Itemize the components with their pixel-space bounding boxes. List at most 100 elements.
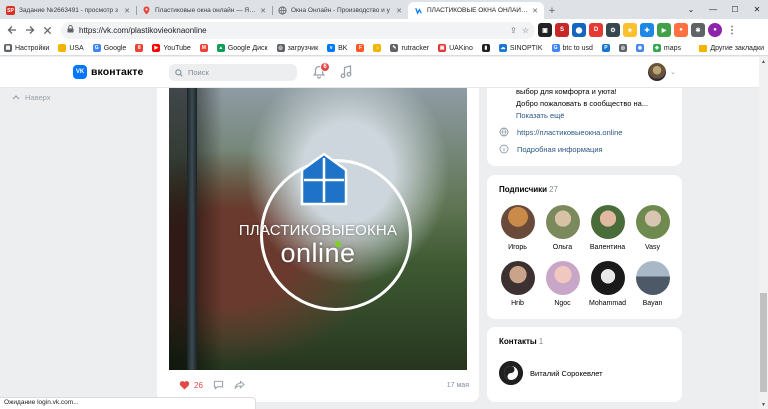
- stop-loading-icon[interactable]: [40, 23, 55, 38]
- profile-menu[interactable]: ⌄: [648, 63, 676, 81]
- google-icon: G: [92, 44, 101, 52]
- extension-icon[interactable]: ●: [674, 23, 688, 37]
- extension-icon[interactable]: ★: [623, 23, 637, 37]
- other-bookmarks[interactable]: Другие закладки: [699, 44, 764, 52]
- extension-icon[interactable]: D: [589, 23, 603, 37]
- vk-logo[interactable]: VK вконтакте: [73, 65, 143, 79]
- share-icon[interactable]: ⇪: [510, 26, 517, 35]
- bookmark-icon: ☼: [373, 44, 382, 52]
- brand-line-1: ПЛАСТИКОВЫЕОКНА: [238, 222, 398, 239]
- extension-icon[interactable]: ✚: [640, 23, 654, 37]
- bookmark-item[interactable]: ◎ загрузчик: [276, 44, 318, 52]
- share-button[interactable]: [234, 380, 245, 390]
- extension-icon[interactable]: ⚙: [606, 23, 620, 37]
- music-button[interactable]: [340, 65, 352, 79]
- map-pin-icon: [142, 6, 151, 15]
- address-bar[interactable]: https://vk.com/plastikovieoknaonline ⇪ ☆: [61, 21, 535, 39]
- browser-tab-3[interactable]: Окна Онлайн - Производство и у ✕: [272, 2, 408, 19]
- extension-icon[interactable]: ▣: [538, 23, 552, 37]
- show-more-link[interactable]: Показать ещё: [516, 111, 564, 120]
- bookmark-item[interactable]: ◆ maps: [652, 44, 681, 52]
- search-input[interactable]: [188, 68, 288, 77]
- community-description: выбор для комфорта и уюта! Добро пожалов…: [516, 87, 649, 108]
- bookmark-item[interactable]: F: [356, 44, 365, 52]
- new-tab-button[interactable]: +: [544, 2, 560, 19]
- back-to-top[interactable]: Наверх: [12, 93, 51, 102]
- url-text[interactable]: https://vk.com/plastikovieoknaonline: [79, 26, 505, 35]
- info-icon: [499, 144, 509, 154]
- contacts-header[interactable]: Контакты 1: [499, 337, 543, 346]
- bookmark-item[interactable]: ▮: [481, 44, 490, 52]
- close-tab-icon[interactable]: ✕: [260, 7, 266, 15]
- post-photo[interactable]: ПЛАСТИКОВЫЕОКНА online: [169, 88, 467, 370]
- bookmark-item[interactable]: ▲ Google Диск: [216, 44, 268, 52]
- minimize-icon[interactable]: —: [702, 0, 724, 19]
- search-box[interactable]: [169, 64, 297, 81]
- browser-tab-2[interactable]: Пластиковые окна онлайн — Янд ✕: [136, 2, 272, 19]
- bookmark-item[interactable]: v BK: [327, 44, 347, 52]
- bookmark-item[interactable]: ◉: [635, 44, 644, 52]
- scroll-down-arrow-icon[interactable]: ▼: [759, 400, 768, 409]
- subscriber-item[interactable]: Hrib: [495, 261, 540, 307]
- bookmark-item[interactable]: ☼: [373, 44, 382, 52]
- subscriber-item[interactable]: Валентина: [585, 205, 630, 251]
- browser-tab-4-active[interactable]: ПЛАСТИКОВЫЕ ОКНА ОНЛАЙН | ✕: [408, 2, 544, 19]
- lock-icon[interactable]: [67, 25, 74, 35]
- notifications-button[interactable]: 6: [313, 62, 330, 81]
- bookmark-item[interactable]: ▣ UAKino: [438, 44, 473, 52]
- profile-avatar-icon[interactable]: ●: [708, 23, 722, 37]
- vk-logo-icon: VK: [73, 65, 87, 79]
- scrollbar-thumb[interactable]: [760, 293, 767, 392]
- back-arrow-icon[interactable]: [4, 23, 19, 38]
- subscriber-item[interactable]: Vasy: [630, 205, 675, 251]
- bookmark-item[interactable]: USA: [58, 44, 84, 52]
- bookmark-item[interactable]: ✎ rutracker: [390, 44, 429, 52]
- bookmark-item[interactable]: P: [601, 44, 610, 52]
- bookmark-item[interactable]: ▶ YouTube: [152, 44, 191, 52]
- like-button[interactable]: 26: [179, 380, 203, 390]
- close-tab-icon[interactable]: ✕: [532, 7, 538, 15]
- subscriber-item[interactable]: Ngoc: [540, 261, 585, 307]
- menu-dots-icon[interactable]: ⋮: [725, 23, 739, 37]
- extension-icon[interactable]: ▶: [657, 23, 671, 37]
- subscriber-item[interactable]: Bayan: [630, 261, 675, 307]
- window-controls: ⌄ — ☐ ✕: [680, 0, 768, 19]
- close-window-icon[interactable]: ✕: [746, 0, 768, 19]
- subscriber-item[interactable]: Ольга: [540, 205, 585, 251]
- scroll-up-arrow-icon[interactable]: ▲: [759, 57, 768, 66]
- bookmark-item[interactable]: 8: [135, 44, 144, 52]
- tab-search-icon[interactable]: ⌄: [680, 0, 702, 19]
- extension-icon[interactable]: S: [555, 23, 569, 37]
- bookmark-item[interactable]: ◎: [618, 44, 627, 52]
- browser-tab-1[interactable]: SP Задание №2663491 - просмотр з ✕: [0, 2, 136, 19]
- extension-icon[interactable]: ⬤: [572, 23, 586, 37]
- status-bubble: Ожидание login.vk.com...: [0, 397, 256, 409]
- subscribers-header[interactable]: Подписчики 27: [499, 185, 558, 194]
- close-tab-icon[interactable]: ✕: [124, 7, 130, 15]
- bookmark-icon: ▮: [481, 44, 490, 52]
- post-date[interactable]: 17 мая: [447, 382, 469, 389]
- website-link[interactable]: https://пластиковыеокна.online: [499, 127, 622, 137]
- house-window-logo-icon: [300, 152, 348, 206]
- bookmark-star-icon[interactable]: ☆: [522, 26, 529, 35]
- avatar: [500, 261, 535, 295]
- subscriber-item[interactable]: Игорь: [495, 205, 540, 251]
- bookmark-item[interactable]: G Google: [92, 44, 126, 52]
- extension-puzzle-icon[interactable]: ✱: [691, 23, 705, 37]
- contact-item[interactable]: Виталий Сорокевлет: [499, 361, 603, 385]
- search-icon: [175, 68, 183, 77]
- bookmark-item[interactable]: Gbtc to usd: [551, 44, 593, 52]
- comment-button[interactable]: [213, 380, 224, 390]
- details-link[interactable]: Подробная информация: [499, 144, 603, 154]
- chevron-up-icon: [12, 93, 20, 102]
- bookmark-item[interactable]: M: [199, 44, 208, 52]
- maximize-icon[interactable]: ☐: [724, 0, 746, 19]
- page-scrollbar[interactable]: ▲ ▼: [759, 57, 768, 409]
- subscriber-item[interactable]: Mohammad: [585, 261, 630, 307]
- close-tab-icon[interactable]: ✕: [396, 7, 402, 15]
- forward-arrow-icon[interactable]: [22, 23, 37, 38]
- bookmark-icon: 8: [135, 44, 144, 52]
- bookmark-item[interactable]: ☁ SINOPTIK: [498, 44, 543, 52]
- bookmark-item[interactable]: ▦ Настройки: [4, 44, 49, 52]
- bookmark-icon: P: [601, 44, 610, 52]
